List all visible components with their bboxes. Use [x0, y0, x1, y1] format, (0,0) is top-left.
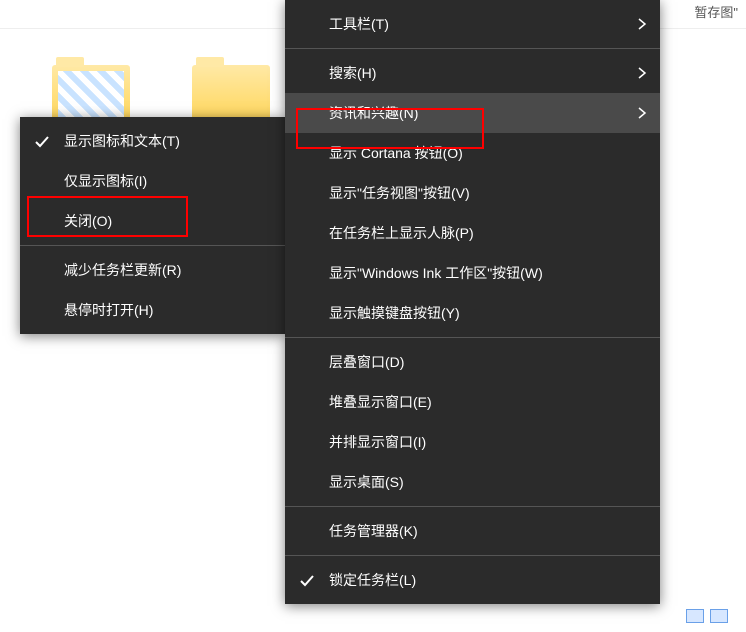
menu-item-label: 悬停时打开(H) [64, 300, 153, 320]
top-right-text: 暂存图" [694, 2, 738, 21]
menu-item-label: 显示"Windows Ink 工作区"按钮(W) [329, 263, 543, 283]
menu-item-label: 显示桌面(S) [329, 472, 404, 492]
menu-item-people[interactable]: 在任务栏上显示人脉(P) [285, 213, 660, 253]
menu-item-touch-keyboard[interactable]: 显示触摸键盘按钮(Y) [285, 293, 660, 333]
menu-item-label: 显示 Cortana 按钮(O) [329, 143, 463, 163]
menu-item-label: 搜索(H) [329, 63, 376, 83]
chevron-right-icon [636, 107, 648, 119]
menu-item-stacked[interactable]: 堆叠显示窗口(E) [285, 382, 660, 422]
menu-item-label: 并排显示窗口(I) [329, 432, 426, 452]
menu-item-label: 显示触摸键盘按钮(Y) [329, 303, 460, 323]
tray-area [686, 600, 746, 632]
menu-separator [285, 48, 660, 49]
menu-item-search[interactable]: 搜索(H) [285, 53, 660, 93]
menu-item-label: 堆叠显示窗口(E) [329, 392, 432, 412]
menu-item-open-on-hover[interactable]: 悬停时打开(H) [20, 290, 285, 330]
chevron-right-icon [636, 67, 648, 79]
menu-item-label: 任务管理器(K) [329, 521, 418, 541]
menu-item-close[interactable]: 关闭(O) [20, 201, 285, 241]
menu-separator [285, 506, 660, 507]
menu-item-label: 仅显示图标(I) [64, 171, 147, 191]
folder-icon[interactable] [52, 65, 130, 123]
check-icon [34, 133, 50, 149]
folder-icon[interactable] [192, 65, 270, 123]
menu-item-label: 显示"任务视图"按钮(V) [329, 183, 470, 203]
menu-item-label: 关闭(O) [64, 211, 112, 231]
menu-item-cascade[interactable]: 层叠窗口(D) [285, 342, 660, 382]
menu-item-task-view[interactable]: 显示"任务视图"按钮(V) [285, 173, 660, 213]
menu-item-label: 减少任务栏更新(R) [64, 260, 181, 280]
menu-item-show-icon-only[interactable]: 仅显示图标(I) [20, 161, 285, 201]
menu-item-lock-taskbar[interactable]: 锁定任务栏(L) [285, 560, 660, 600]
menu-item-windows-ink[interactable]: 显示"Windows Ink 工作区"按钮(W) [285, 253, 660, 293]
menu-item-toolbars[interactable]: 工具栏(T) [285, 4, 660, 44]
check-icon [299, 572, 315, 588]
menu-item-label: 层叠窗口(D) [329, 352, 404, 372]
menu-item-cortana-button[interactable]: 显示 Cortana 按钮(O) [285, 133, 660, 173]
menu-separator [285, 555, 660, 556]
menu-item-show-desktop[interactable]: 显示桌面(S) [285, 462, 660, 502]
chevron-right-icon [636, 18, 648, 30]
news-interests-submenu: 显示图标和文本(T) 仅显示图标(I) 关闭(O) 减少任务栏更新(R) 悬停时… [20, 117, 285, 334]
menu-item-label: 资讯和兴趣(N) [329, 103, 418, 123]
menu-item-news-interests[interactable]: 资讯和兴趣(N) [285, 93, 660, 133]
menu-item-label: 显示图标和文本(T) [64, 131, 180, 151]
menu-item-side-by-side[interactable]: 并排显示窗口(I) [285, 422, 660, 462]
menu-item-reduce-updates[interactable]: 减少任务栏更新(R) [20, 250, 285, 290]
taskbar-context-menu: 工具栏(T) 搜索(H) 资讯和兴趣(N) 显示 Cortana 按钮(O) 显… [285, 0, 660, 604]
menu-item-show-icon-text[interactable]: 显示图标和文本(T) [20, 121, 285, 161]
tray-icon[interactable] [710, 609, 728, 623]
menu-separator [20, 245, 285, 246]
tray-icon[interactable] [686, 609, 704, 623]
menu-separator [285, 337, 660, 338]
menu-item-label: 工具栏(T) [329, 14, 389, 34]
menu-item-label: 在任务栏上显示人脉(P) [329, 223, 474, 243]
menu-item-task-manager[interactable]: 任务管理器(K) [285, 511, 660, 551]
menu-item-label: 锁定任务栏(L) [329, 570, 416, 590]
